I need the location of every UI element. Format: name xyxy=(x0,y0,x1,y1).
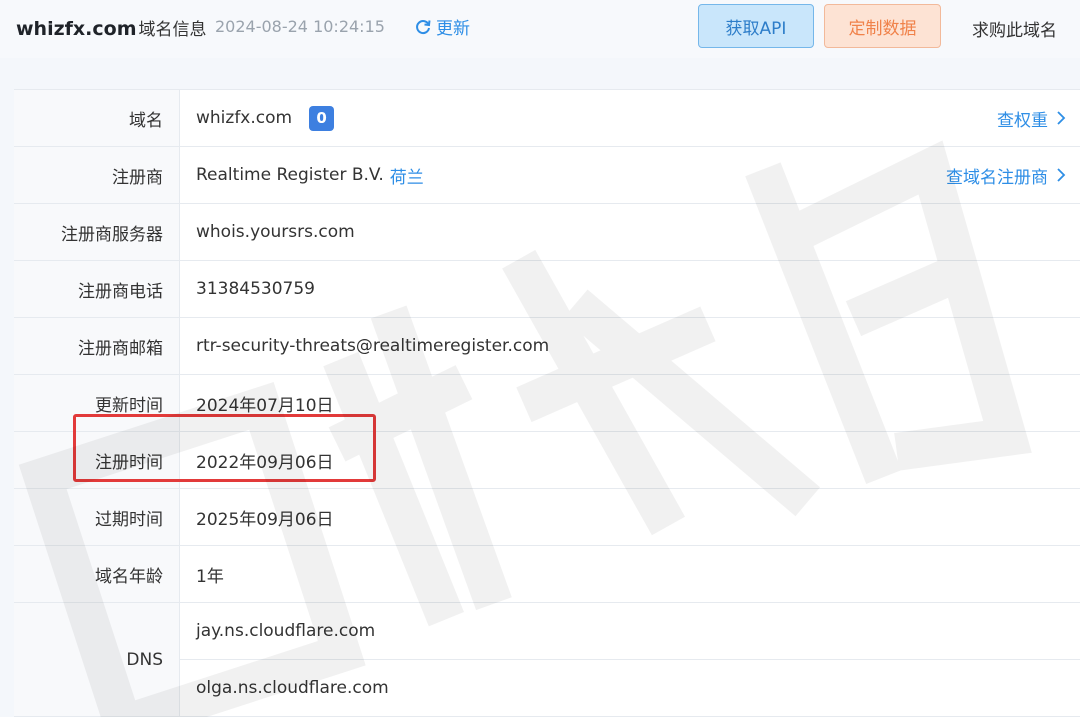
chevron-right-icon xyxy=(1057,168,1066,182)
row-registrar-server: 注册商服务器 whois.yoursrs.com xyxy=(14,204,1080,261)
header-title: whizfx.com 域名信息 xyxy=(16,15,207,40)
registrar-value: Realtime Register B.V. xyxy=(196,165,384,185)
row-value: 2022年09月06日 xyxy=(196,452,334,473)
row-value: 31384530759 xyxy=(196,279,315,299)
check-weight-label: 查权重 xyxy=(997,110,1048,131)
row-expiry-date: 过期时间 2025年09月06日 xyxy=(14,489,1080,546)
lookup-registrar-link[interactable]: 查域名注册商 xyxy=(946,147,1066,203)
row-value: Realtime Register B.V. 荷兰 查域名注册商 xyxy=(180,147,1080,203)
row-label: 过期时间 xyxy=(14,489,180,545)
refresh-label: 更新 xyxy=(436,19,470,39)
dns-server: jay.ns.cloudflare.com xyxy=(180,603,1080,660)
row-registrar-phone: 注册商电话 31384530759 xyxy=(14,261,1080,318)
row-value: whois.yoursrs.com xyxy=(196,222,355,242)
get-api-button[interactable]: 获取API xyxy=(698,4,814,48)
registrar-country-link[interactable]: 荷兰 xyxy=(390,163,424,188)
domain-value: whizfx.com xyxy=(196,108,293,128)
domain-info-label: 域名信息 xyxy=(138,20,207,40)
row-value: rtr-security-threats@realtimeregister.co… xyxy=(196,336,550,356)
row-label: 注册商电话 xyxy=(14,261,180,317)
dns-server: olga.ns.cloudflare.com xyxy=(196,678,389,698)
row-registrar: 注册商 Realtime Register B.V. 荷兰 查域名注册商 xyxy=(14,147,1080,204)
query-timestamp: 2024-08-24 10:24:15 xyxy=(215,17,385,36)
row-dns: DNS jay.ns.cloudflare.com olga.ns.cloudf… xyxy=(14,603,1080,717)
row-label: DNS xyxy=(14,603,180,716)
check-weight-link[interactable]: 查权重 xyxy=(997,90,1066,146)
row-label: 域名 xyxy=(14,90,180,146)
row-label: 注册时间 xyxy=(14,432,180,488)
whois-table: 域名 whizfx.com 0 查权重 注册商 Realtime Registe… xyxy=(14,89,1080,717)
refresh-icon xyxy=(416,19,431,34)
row-registered-date: 注册时间 2022年09月06日 xyxy=(14,432,1080,489)
row-label: 更新时间 xyxy=(14,375,180,431)
weight-badge: 0 xyxy=(309,105,335,131)
row-value: 2024年07月10日 xyxy=(196,395,334,416)
dns-server-list: jay.ns.cloudflare.com olga.ns.cloudflare… xyxy=(180,603,1080,716)
row-value: 2025年09月06日 xyxy=(196,509,334,530)
row-label: 注册商邮箱 xyxy=(14,318,180,374)
row-label: 域名年龄 xyxy=(14,546,180,602)
custom-data-button[interactable]: 定制数据 xyxy=(824,4,941,48)
row-updated-date: 更新时间 2024年07月10日 xyxy=(14,375,1080,432)
domain-name: whizfx.com xyxy=(16,18,137,40)
row-value: 1年 xyxy=(196,566,224,587)
chevron-right-icon xyxy=(1057,111,1066,125)
row-domain: 域名 whizfx.com 0 查权重 xyxy=(14,90,1080,147)
refresh-button[interactable]: 更新 xyxy=(414,14,470,39)
page-header: whizfx.com 域名信息 2024-08-24 10:24:15 更新 获取… xyxy=(0,0,1080,58)
row-domain-age: 域名年龄 1年 xyxy=(14,546,1080,603)
row-label: 注册商 xyxy=(14,147,180,203)
buy-domain-link[interactable]: 求购此域名 xyxy=(972,16,1057,41)
row-value: whizfx.com 0 查权重 xyxy=(180,90,1080,146)
row-label: 注册商服务器 xyxy=(14,204,180,260)
row-registrar-email: 注册商邮箱 rtr-security-threats@realtimeregis… xyxy=(14,318,1080,375)
lookup-registrar-label: 查域名注册商 xyxy=(946,167,1048,188)
